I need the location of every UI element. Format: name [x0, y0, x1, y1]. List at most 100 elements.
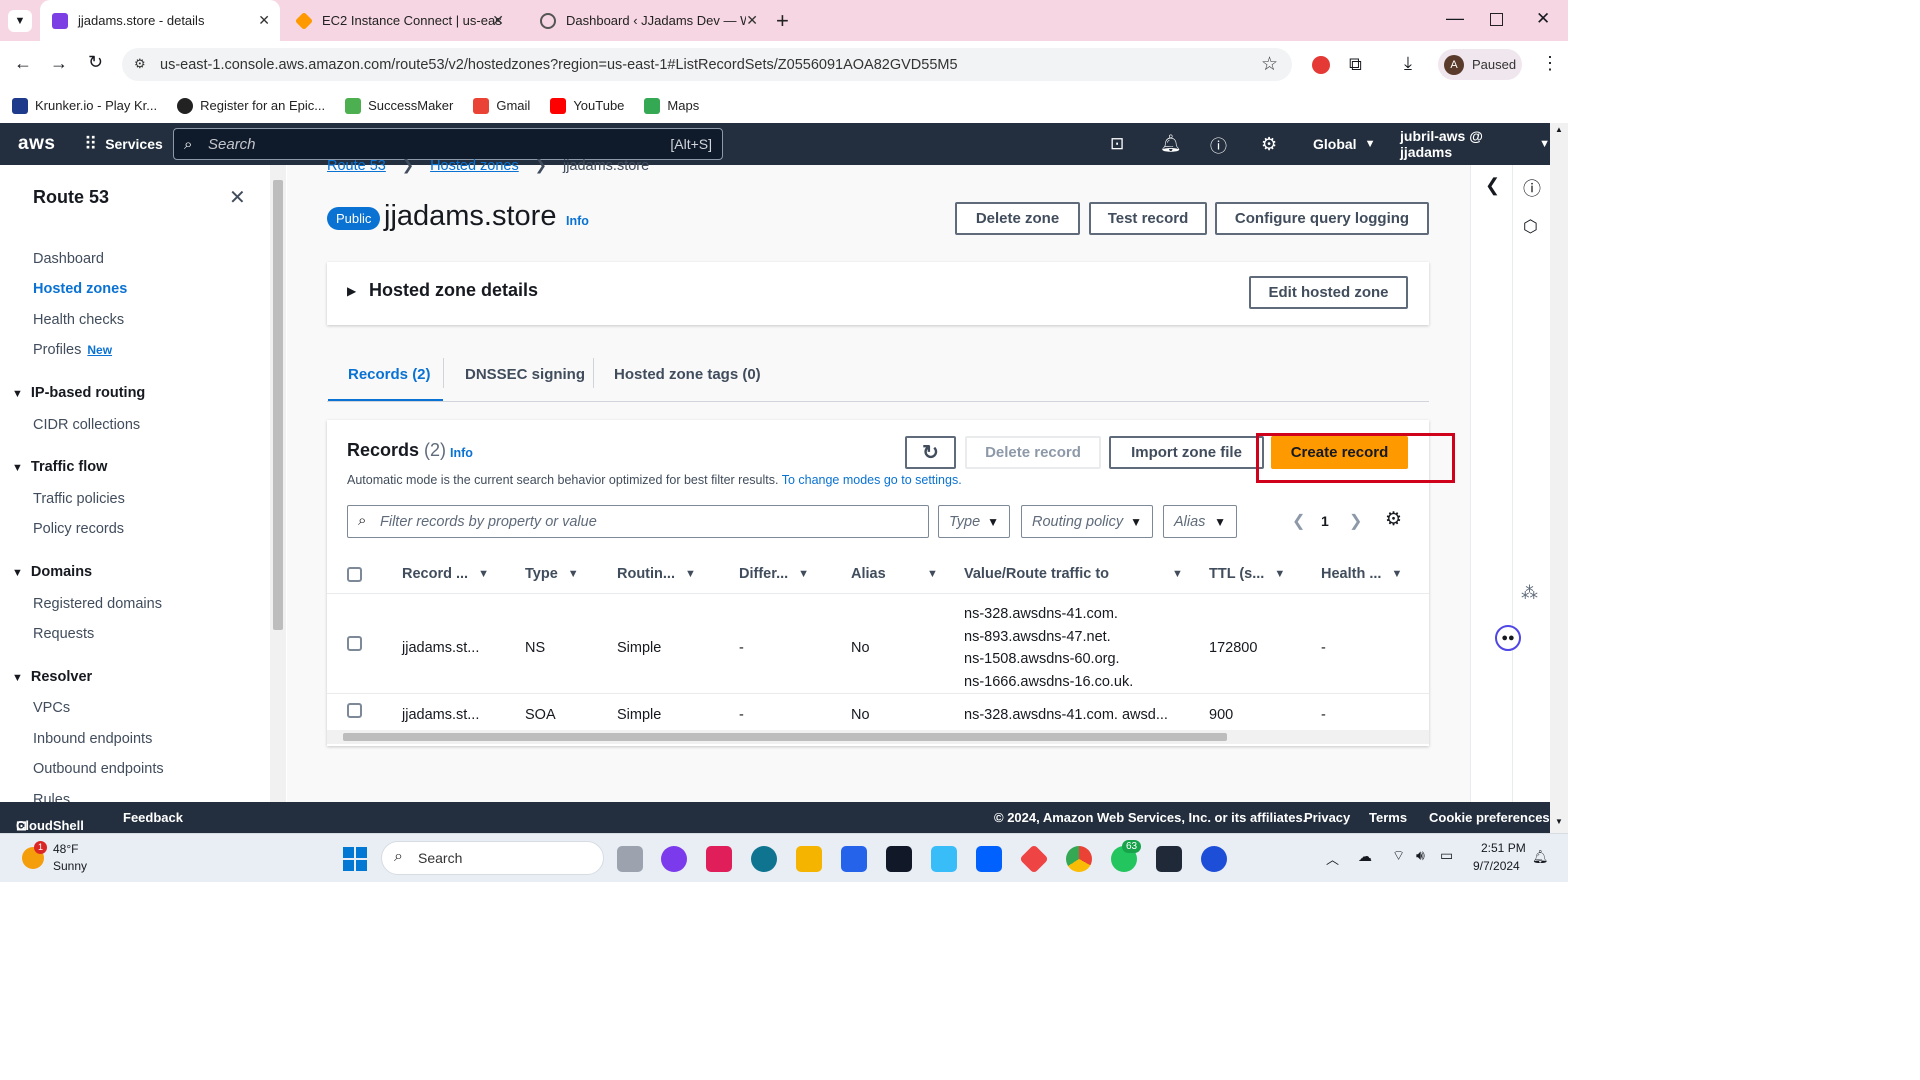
sidebar-item-registered-domains[interactable]: Registered domains: [33, 596, 162, 612]
table-preferences-gear-icon[interactable]: ⚙: [1385, 508, 1402, 531]
browser-tab-route53[interactable]: jjadams.store - details ✕: [40, 0, 280, 41]
volume-icon[interactable]: 🔊︎: [1416, 847, 1425, 864]
aws-logo[interactable]: aws: [18, 123, 55, 165]
cloudshell-icon[interactable]: ⊡: [1110, 123, 1124, 165]
column-header-routing[interactable]: Routin... ▼: [617, 554, 696, 594]
privacy-link[interactable]: Privacy: [1304, 810, 1350, 825]
import-zone-file-button[interactable]: Import zone file: [1109, 436, 1264, 469]
dropbox-icon[interactable]: [976, 846, 1002, 872]
collapse-panel-icon[interactable]: ❮: [1485, 175, 1500, 196]
wifi-icon[interactable]: ⌔: [1392, 847, 1405, 865]
windows-start-icon[interactable]: [343, 847, 367, 871]
file-explorer-icon[interactable]: [796, 846, 822, 872]
sidebar-item-dashboard[interactable]: Dashboard: [33, 251, 104, 267]
amazon-icon[interactable]: [886, 846, 912, 872]
sidebar-scrollbar-thumb[interactable]: [273, 180, 283, 630]
breadcrumb-hosted-zones[interactable]: Hosted zones: [430, 158, 519, 174]
download-icon[interactable]: ⤓: [1404, 53, 1412, 74]
sidebar-item-cidr[interactable]: CIDR collections: [33, 417, 140, 433]
scroll-down-icon[interactable]: ▼: [1555, 817, 1563, 826]
feedback-link[interactable]: Feedback: [123, 810, 183, 825]
weather-widget[interactable]: 1 48°F Sunny: [22, 841, 142, 877]
site-info-icon[interactable]: ⚙: [134, 56, 146, 72]
extensions-puzzle-icon[interactable]: ⧉: [1349, 54, 1362, 75]
record-name[interactable]: jjadams.st...: [402, 707, 479, 723]
address-bar[interactable]: ⚙ us-east-1.console.aws.amazon.com/route…: [122, 48, 1292, 81]
close-tab-icon[interactable]: ✕: [746, 12, 758, 29]
configure-query-logging-button[interactable]: Configure query logging: [1215, 202, 1429, 235]
column-header-differentiator[interactable]: Differ... ▼: [739, 554, 809, 594]
tab-hosted-zone-tags[interactable]: Hosted zone tags (0): [614, 366, 761, 383]
slack-icon[interactable]: [706, 846, 732, 872]
zone-info-link[interactable]: Info: [566, 214, 589, 228]
sidebar-section-ip-routing[interactable]: ▼ IP-based routing: [12, 385, 145, 401]
sidebar-item-inbound-endpoints[interactable]: Inbound endpoints: [33, 731, 152, 747]
row-checkbox[interactable]: [347, 636, 362, 651]
assistant-bot-icon[interactable]: ●●: [1495, 625, 1521, 651]
back-icon[interactable]: ←: [14, 53, 32, 74]
sidebar-item-profiles[interactable]: Profiles New: [33, 342, 112, 358]
bookmark-youtube[interactable]: YouTube: [550, 97, 624, 114]
bookmark-maps[interactable]: Maps: [644, 97, 699, 114]
bookmark-krunker[interactable]: Krunker.io - Play Kr...: [12, 97, 157, 114]
column-header-ttl[interactable]: TTL (s... ▼: [1209, 554, 1285, 594]
refresh-button[interactable]: ↻: [905, 436, 956, 469]
bookmark-star-icon[interactable]: ☆: [1261, 53, 1278, 76]
region-selector[interactable]: Global ▼: [1313, 123, 1375, 165]
bookmark-successmaker[interactable]: SuccessMaker: [345, 97, 453, 114]
app-red-diamond-icon[interactable]: [1019, 844, 1049, 874]
close-sidebar-icon[interactable]: ✕: [229, 185, 246, 210]
reload-icon[interactable]: ↻: [88, 52, 103, 73]
sidebar-item-traffic-policies[interactable]: Traffic policies: [33, 491, 125, 507]
column-header-type[interactable]: Type ▼: [525, 554, 579, 594]
settings-gear-icon[interactable]: ⚙: [1261, 123, 1277, 165]
settings-link[interactable]: To change modes go to settings.: [782, 473, 962, 487]
terms-link[interactable]: Terms: [1369, 810, 1407, 825]
sidebar-item-vpcs[interactable]: VPCs: [33, 700, 70, 716]
cookie-preferences-link[interactable]: Cookie preferences: [1429, 810, 1550, 825]
tab-search-dropdown[interactable]: ▼: [8, 10, 32, 32]
delete-record-button[interactable]: Delete record: [965, 436, 1101, 469]
column-header-value[interactable]: Value/Route traffic to ▼: [964, 554, 1183, 594]
profile-paused-button[interactable]: A Paused: [1438, 49, 1522, 80]
window-scrollbar[interactable]: ▲ ▼: [1550, 123, 1568, 833]
restore-window-icon[interactable]: [1490, 13, 1503, 26]
account-menu[interactable]: jubril-aws @ jjadams ▼: [1400, 123, 1550, 165]
notifications-bell-icon[interactable]: 🔔︎: [1532, 849, 1549, 865]
records-info-link[interactable]: Info: [450, 446, 473, 460]
bookmark-epic[interactable]: Register for an Epic...: [177, 97, 325, 114]
close-window-icon[interactable]: ✕: [1536, 9, 1550, 29]
apps-widget-icon[interactable]: ⁂: [1521, 583, 1538, 603]
next-page-icon[interactable]: ❯: [1349, 511, 1362, 531]
previous-page-icon[interactable]: ❮: [1292, 511, 1305, 531]
sidebar-item-rules[interactable]: Rules: [33, 792, 70, 802]
tab-dnssec-signing[interactable]: DNSSEC signing: [465, 366, 585, 383]
table-horizontal-scrollbar[interactable]: [327, 730, 1429, 744]
show-hidden-icons-icon[interactable]: ︿: [1326, 849, 1339, 868]
minimize-window-icon[interactable]: —: [1446, 8, 1464, 29]
test-record-button[interactable]: Test record: [1089, 202, 1207, 235]
terminal-icon[interactable]: [1156, 846, 1182, 872]
type-filter-select[interactable]: Type ▼: [938, 505, 1010, 538]
page-number[interactable]: 1: [1321, 513, 1329, 529]
sidebar-section-traffic-flow[interactable]: ▼ Traffic flow: [12, 459, 107, 475]
forward-icon[interactable]: →: [50, 53, 68, 74]
info-panel-icon[interactable]: ⓘ: [1523, 175, 1541, 201]
browser-tab-wordpress[interactable]: Dashboard ‹ JJadams Dev — W ✕: [528, 0, 768, 41]
select-all-checkbox[interactable]: [347, 567, 362, 582]
sidebar-item-health-checks[interactable]: Health checks: [33, 312, 124, 328]
record-name[interactable]: jjadams.st...: [402, 640, 479, 656]
copilot-icon[interactable]: [661, 846, 687, 872]
search-input[interactable]: ⌕ Search [Alt+S]: [173, 128, 723, 160]
expand-caret-icon[interactable]: ▶: [347, 284, 356, 298]
sidebar-item-requests[interactable]: Requests: [33, 626, 94, 642]
sidebar-section-domains[interactable]: ▼ Domains: [12, 564, 92, 580]
browser-menu-icon[interactable]: ⋮: [1541, 53, 1559, 74]
notepad-icon[interactable]: [931, 846, 957, 872]
table-row[interactable]: jjadams.st... NS Simple - No ns-328.awsd…: [327, 595, 1429, 694]
column-header-record-name[interactable]: Record ... ▼: [402, 554, 489, 594]
extension-red-icon[interactable]: [1312, 56, 1330, 74]
onedrive-icon[interactable]: ☁: [1358, 848, 1372, 865]
alias-filter-select[interactable]: Alias ▼: [1163, 505, 1237, 538]
browser-tab-ec2[interactable]: EC2 Instance Connect | us-east- ✕: [284, 0, 514, 41]
